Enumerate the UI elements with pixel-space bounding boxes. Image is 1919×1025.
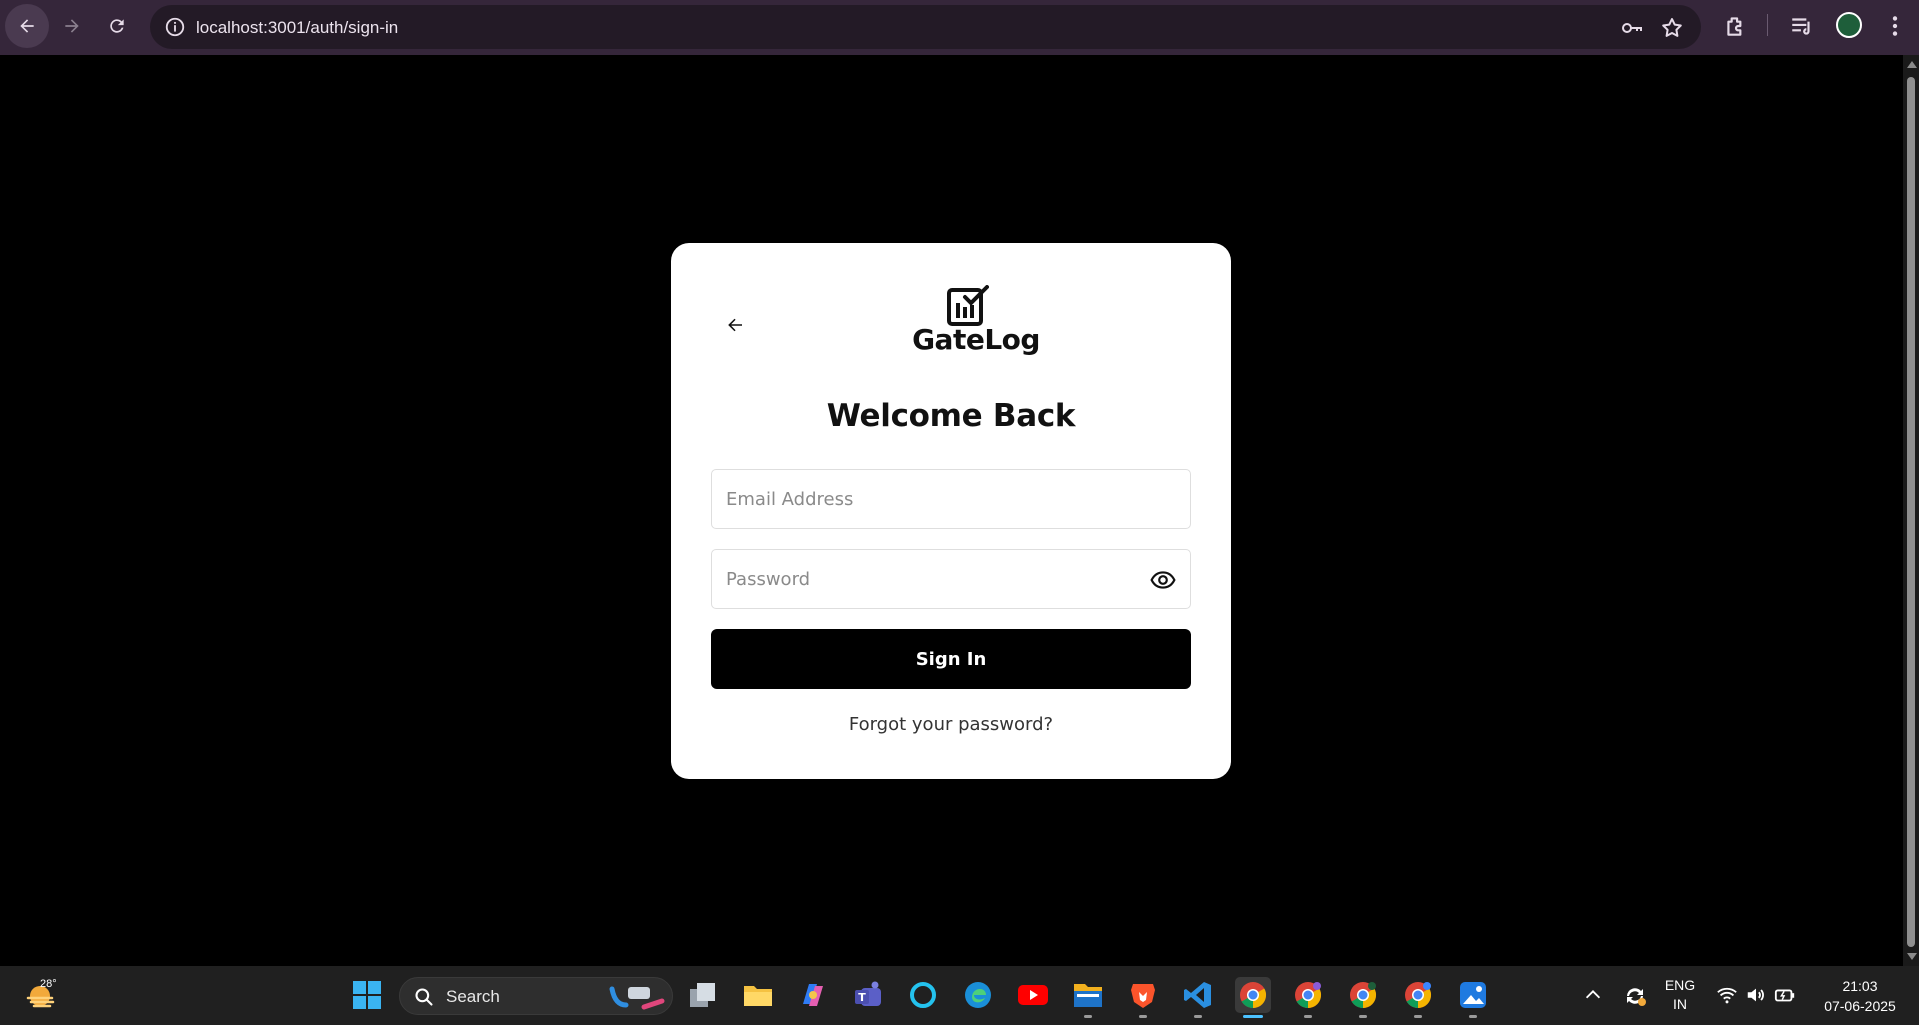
clock-time[interactable]: 21:03 <box>1810 978 1910 994</box>
search-icon <box>415 988 433 1006</box>
region-indicator[interactable]: IN <box>1660 996 1700 1012</box>
running-indicator <box>1139 1015 1147 1018</box>
extensions-icon[interactable] <box>1723 13 1749 39</box>
cortana-icon <box>910 982 936 1008</box>
url-text[interactable]: localhost:3001/auth/sign-in <box>196 18 398 38</box>
chevron-up-icon[interactable] <box>1582 984 1604 1006</box>
scroll-thumb[interactable] <box>1907 77 1915 947</box>
chrome-icon <box>1295 982 1322 1009</box>
edge-icon <box>965 982 991 1008</box>
chrome-icon <box>1350 982 1377 1009</box>
forgot-password-link[interactable]: Forgot your password? <box>671 714 1231 735</box>
chrome-icon <box>1405 982 1432 1009</box>
task-view-icon <box>690 983 715 1007</box>
scroll-up-arrow[interactable] <box>1907 61 1917 68</box>
scroll-down-arrow[interactable] <box>1907 953 1917 960</box>
chrome-button[interactable] <box>1235 977 1271 1018</box>
show-password-eye-icon[interactable] <box>1150 567 1176 593</box>
menu-kebab-icon[interactable] <box>1882 13 1908 39</box>
svg-text:T: T <box>858 991 866 1004</box>
file-manager-icon <box>1074 984 1102 1007</box>
chrome-profile-3-button[interactable] <box>1345 977 1381 1018</box>
password-key-icon[interactable] <box>1620 16 1644 40</box>
gatelog-logo-icon <box>947 285 989 326</box>
bookmark-star-icon[interactable] <box>1660 16 1684 40</box>
photos-button[interactable] <box>1455 977 1491 1018</box>
youtube-button[interactable] <box>1015 977 1051 1013</box>
active-indicator <box>1243 1015 1263 1018</box>
vertical-scrollbar[interactable] <box>1903 55 1919 966</box>
task-view-button[interactable] <box>685 977 721 1013</box>
brave-icon <box>1131 984 1155 1008</box>
copilot-icon <box>803 984 823 1006</box>
battery-icon[interactable] <box>1774 984 1796 1006</box>
weather-temp: 28° <box>40 978 57 990</box>
brand-name: GateLog <box>912 323 1040 356</box>
copilot-button[interactable] <box>795 977 831 1013</box>
cortana-button[interactable] <box>905 977 941 1013</box>
sign-in-card: GateLog Welcome Back Sign In Forgot your… <box>671 243 1231 779</box>
running-indicator <box>1469 1015 1477 1018</box>
sync-icon[interactable] <box>1622 983 1648 1009</box>
back-button[interactable] <box>5 4 49 48</box>
chrome-profile-4-button[interactable] <box>1400 977 1436 1018</box>
site-info-icon[interactable] <box>164 16 186 38</box>
vscode-button[interactable] <box>1180 977 1216 1018</box>
forward-button[interactable] <box>50 4 94 48</box>
forward-icon <box>65 19 79 33</box>
youtube-icon <box>1018 985 1048 1005</box>
password-input[interactable] <box>726 550 1146 608</box>
windows-taskbar: 28° Search T ENG IN 21:03 07-06-2025 <box>0 966 1919 1025</box>
windows-start-icon <box>353 981 381 1009</box>
back-icon <box>20 19 34 33</box>
email-input[interactable] <box>726 470 1146 528</box>
volume-icon[interactable] <box>1745 984 1767 1006</box>
vscode-icon <box>1184 982 1211 1008</box>
running-indicator <box>1084 1015 1092 1018</box>
edge-button[interactable] <box>960 977 996 1013</box>
chrome-icon <box>1240 982 1267 1009</box>
taskbar-search[interactable]: Search <box>399 977 673 1015</box>
start-button[interactable] <box>349 977 385 1013</box>
wifi-icon[interactable] <box>1716 984 1738 1006</box>
files-button[interactable] <box>1070 977 1106 1018</box>
reload-button[interactable] <box>95 4 139 48</box>
sign-in-button[interactable]: Sign In <box>711 629 1191 689</box>
browser-toolbar: localhost:3001/auth/sign-in <box>0 0 1919 55</box>
email-field[interactable] <box>711 469 1191 529</box>
back-arrow-icon[interactable] <box>723 313 747 337</box>
profile-avatar[interactable] <box>1836 12 1862 38</box>
teams-icon: T <box>855 981 881 1006</box>
password-field[interactable] <box>711 549 1191 609</box>
teams-button[interactable]: T <box>850 977 886 1013</box>
toolbar-separator <box>1767 14 1768 36</box>
photos-icon <box>1460 982 1486 1008</box>
chrome-profile-2-button[interactable] <box>1290 977 1326 1018</box>
media-controls-icon[interactable] <box>1789 13 1815 39</box>
language-indicator[interactable]: ENG <box>1660 977 1700 993</box>
folder-icon <box>744 986 772 1006</box>
file-explorer-button[interactable] <box>740 977 776 1013</box>
search-highlight-icon <box>609 986 665 1010</box>
running-indicator <box>1304 1015 1312 1018</box>
running-indicator <box>1414 1015 1422 1018</box>
clock-date[interactable]: 07-06-2025 <box>1810 998 1910 1014</box>
running-indicator <box>1194 1015 1202 1018</box>
reload-icon <box>110 19 124 33</box>
running-indicator <box>1359 1015 1367 1018</box>
address-bar[interactable]: localhost:3001/auth/sign-in <box>150 5 1701 49</box>
page-title: Welcome Back <box>826 398 1076 434</box>
brave-button[interactable] <box>1125 977 1161 1018</box>
search-label: Search <box>446 987 500 1006</box>
